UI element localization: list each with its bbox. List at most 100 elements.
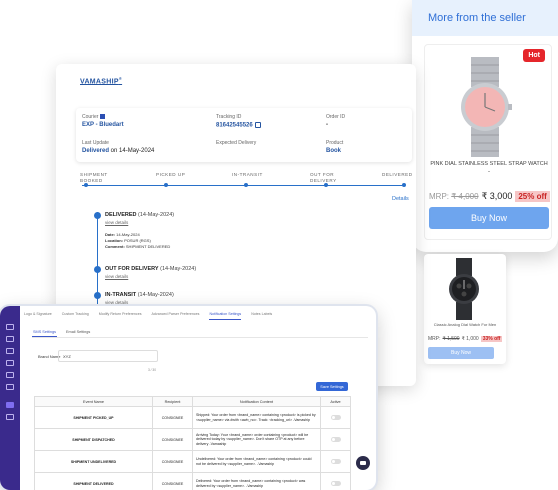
price-row: MRP: ₹ 4,000 ₹ 3,000 25% off [429,191,550,202]
timeline-dot [94,292,101,299]
tab-email-settings[interactable]: Email Settings [65,328,91,337]
product-name: PINK DIAL STAINLESS STEEL STRAP WATCH [430,161,548,167]
active-toggle[interactable] [330,436,341,442]
tab-notification-settings[interactable]: Notification Settings [209,310,242,320]
table-row: SHIPMENT PICKED_UP CONSIGNEE Shipped: Yo… [34,406,351,429]
hot-badge: Hot [523,49,545,62]
nav-reports-icon[interactable] [6,360,14,366]
table-row: SHIPMENT UNDELIVERED CONSIGNEE Undeliver… [34,450,351,473]
tracking-id-value: 81642545526 [216,122,261,129]
product-name: Classic Analog Dial Watch For Men [433,322,497,327]
tab-notes-labels[interactable]: Notes Labels [251,310,272,320]
active-toggle[interactable] [330,414,341,420]
expected-delivery-cell: Expected Delivery [216,140,257,146]
notification-events-table: Event Name Recipient Notification Conten… [34,396,351,490]
table-row: SHIPMENT DELIVERED CONSIGNEE Delivered: … [34,472,351,490]
discount-badge: 25% off [515,191,550,202]
step-picked-up: PICKED UP [156,172,186,177]
active-cell [320,472,351,490]
nav-settings-icon[interactable] [6,402,14,408]
event-content: Arriving Today: Your <brand_name> order … [192,428,321,451]
tab-modify-return-preferences[interactable]: Modify Return Preferences [99,310,142,320]
table-row: SHIPMENT DISPATCHED CONSIGNEE Arriving T… [34,428,351,451]
column-header-event-name: Event Name [34,396,153,407]
event-content: Undelivered: Your order from <brand_name… [192,450,321,473]
brand-name-input[interactable]: XYZ [58,350,158,362]
courier-cell: Courier EXP - Bluedart [82,114,124,128]
mrp-old-price: ₹ 4,000 [451,192,479,201]
step-out-for-delivery: OUT FOR DELIVERY [310,172,337,183]
settings-sub-tabs: SMS Settings Email Settings [32,328,91,337]
step-dot [402,183,406,187]
save-settings-button[interactable]: Save Settings [316,382,348,391]
pink-watch-image [461,57,512,157]
step-delivered: DELIVERED [382,172,413,177]
step-dot [244,183,248,187]
tab-custom-tracking[interactable]: Custom Tracking [62,310,89,320]
shipment-stepper: SHIPMENT BOOKED PICKED UP IN-TRANSIT OUT … [80,172,412,200]
product-card-pink-watch[interactable]: Hot PINK DIAL STAINLESS STEEL STRAP WATC… [424,44,552,240]
tab-advanced-parser-preferences[interactable]: Advanced Parser Preferences [152,310,200,320]
current-price: ₹ 1,000 [461,336,479,342]
product-value: Book [326,148,341,154]
timeline-status: DELIVERED (14-May-2024) [105,212,175,218]
tab-sms-settings[interactable]: SMS Settings [32,328,58,337]
mrp-old-price: ₹ 1,500 [442,336,460,342]
black-watch-image [449,258,479,320]
nav-billing-icon[interactable] [6,372,14,378]
timeline-meta-comment: Comment: SHIPMENT DELIVERED [105,244,171,249]
last-update-cell: Last Update Delivered on 14-May-2024 [82,140,155,154]
nav-home-icon[interactable] [6,324,14,330]
last-update-value: Delivered on 14-May-2024 [82,148,155,154]
settings-top-tabs: Logo & Signature Custom Tracking Modify … [24,310,272,320]
column-header-recipient: Recipient [152,396,193,407]
tab-logo-signature[interactable]: Logo & Signature [24,310,52,320]
nav-tools-icon[interactable] [6,384,14,390]
event-name: SHIPMENT UNDELIVERED [34,450,153,473]
copy-icon[interactable] [254,122,261,128]
details-link[interactable]: Details [392,196,409,202]
marketing-collage: More from the seller Hot PINK DIAL STAIN… [0,0,558,490]
event-recipient: CONSIGNEE [152,472,193,490]
active-toggle[interactable] [330,480,341,486]
step-dot [84,183,88,187]
table-header-row: Event Name Recipient Notification Conten… [34,396,351,407]
nav-orders-icon[interactable] [6,336,14,342]
buy-now-button[interactable]: Buy Now [428,347,494,359]
column-header-active: Active [320,396,351,407]
step-in-transit: IN-TRANSIT [232,172,263,177]
event-name: SHIPMENT PICKED_UP [34,406,153,429]
side-nav-rail [0,306,20,490]
timeline-dot [94,266,101,273]
product-card-black-watch[interactable]: Classic Analog Dial Watch For Men MRP: ₹… [424,254,506,364]
event-name: SHIPMENT DELIVERED [34,472,153,490]
order-id-cell: Order ID - [326,114,346,128]
chat-icon[interactable] [356,456,370,470]
event-name: SHIPMENT DISPATCHED [34,428,153,451]
courier-value: EXP - Bluedart [82,122,124,128]
timeline-status: IN-TRANSIT (14-May-2024) [105,292,174,298]
step-dot [324,183,328,187]
seller-products-card: More from the seller Hot PINK DIAL STAIN… [412,0,558,252]
active-cell [320,428,351,451]
order-id-value: - [326,122,328,128]
step-dot [164,183,168,187]
nav-support-icon[interactable] [6,414,14,420]
discount-badge: 33% off [480,336,503,342]
active-toggle[interactable] [330,458,341,464]
column-header-notification-content: Notification Content [192,396,321,407]
timeline-meta-location: Location: POSUR (RGS) [105,238,151,243]
vamaship-logo: VAMASHIP® [80,76,123,86]
view-details-link[interactable]: view details [105,220,128,225]
product-subtitle: - [488,169,490,175]
event-content: Delivered: Your order from <brand_name> … [192,472,321,490]
event-content: Shipped: Your order from <brand_name> co… [192,406,321,429]
nav-shipments-icon[interactable] [6,348,14,354]
view-details-link[interactable]: view details [105,300,128,305]
seller-header: More from the seller [412,0,558,36]
view-details-link[interactable]: view details [105,274,128,279]
event-recipient: CONSIGNEE [152,406,193,429]
shipment-info-card: Courier EXP - Bluedart Tracking ID 81642… [76,108,412,162]
buy-now-button[interactable]: Buy Now [429,207,549,229]
notification-settings-panel: Logo & Signature Custom Tracking Modify … [0,306,376,490]
